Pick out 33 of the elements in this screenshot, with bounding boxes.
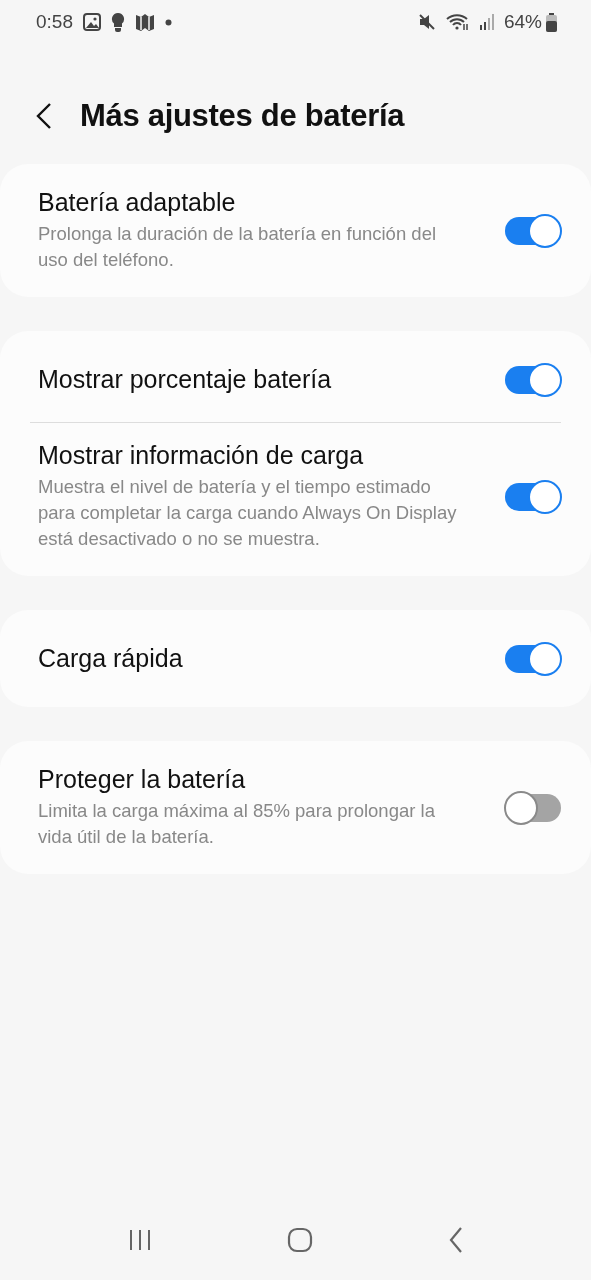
- battery-icon: [546, 12, 557, 32]
- setting-row[interactable]: Mostrar porcentaje batería: [0, 337, 591, 422]
- dot-icon: [165, 18, 172, 26]
- toggle-switch[interactable]: [505, 365, 561, 394]
- setting-description: Muestra el nivel de batería y el tiempo estimado para completar la carga cuando Always On Display está desactivado o no se muestra.: [38, 475, 458, 551]
- toggle-switch[interactable]: [505, 216, 561, 245]
- setting-description: Limita la carga máxima al 85% para prolongar la vida útil de la batería.: [38, 799, 436, 849]
- clock-time: 0:58: [36, 11, 73, 33]
- setting-row[interactable]: Batería adaptable Prolonga la duración de la batería en función del uso del teléfono.: [0, 170, 591, 291]
- toggle-switch[interactable]: [505, 644, 561, 673]
- setting-description: Prolonga la duración de la batería en función del uso del teléfono.: [38, 222, 438, 272]
- toggle-switch[interactable]: [505, 793, 561, 822]
- setting-row[interactable]: Mostrar información de carga Muestra el nivel de batería y el tiempo estimado para completar la carga cuando Always On Display está desactivado o no se muestra.: [0, 423, 591, 570]
- back-button[interactable]: [36, 102, 52, 130]
- page-title: Más ajustes de batería: [80, 98, 405, 134]
- signal-icon: [479, 14, 494, 30]
- setting-title: Mostrar porcentaje batería: [38, 365, 333, 394]
- mute-icon: [417, 13, 436, 31]
- home-button[interactable]: [286, 1227, 313, 1253]
- setting-title: Mostrar información de carga: [38, 441, 365, 470]
- bulb-icon: [111, 12, 125, 32]
- setting-row[interactable]: Carga rápida: [0, 616, 591, 701]
- setting-title: Proteger la batería: [38, 765, 247, 794]
- setting-title: Batería adaptable: [38, 188, 237, 217]
- wifi-icon: [445, 13, 470, 31]
- back-nav-button[interactable]: [447, 1226, 464, 1254]
- image-icon: [83, 13, 101, 31]
- toggle-switch[interactable]: [505, 482, 561, 511]
- map-icon: [135, 13, 155, 31]
- recent-apps-button[interactable]: [127, 1229, 152, 1251]
- setting-title: Carga rápida: [38, 644, 184, 673]
- battery-percent: 64%: [503, 11, 542, 33]
- setting-row[interactable]: Proteger la batería Limita la carga máxima al 85% para prolongar la vida útil de la batería.: [0, 747, 591, 868]
